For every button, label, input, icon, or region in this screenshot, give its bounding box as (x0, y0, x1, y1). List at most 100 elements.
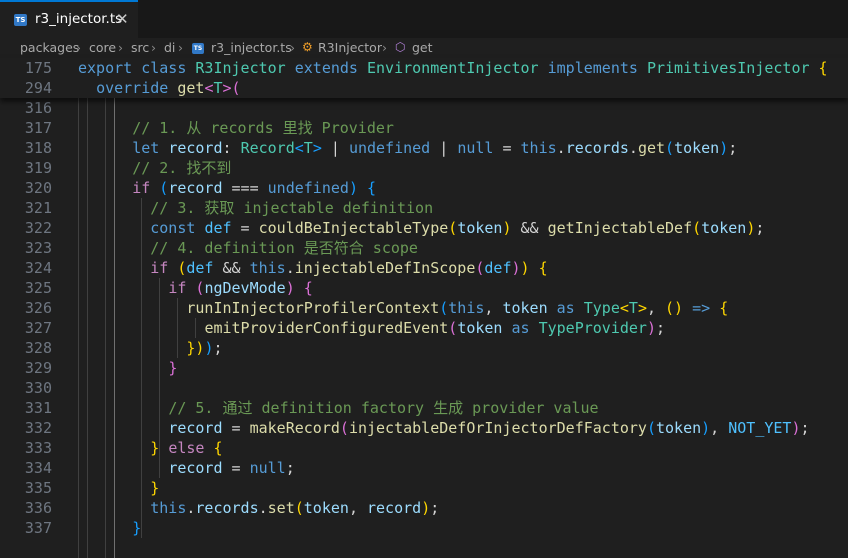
code-token: record (168, 179, 223, 197)
line-number: 322 (24, 219, 52, 237)
breadcrumb-item-di[interactable]: di (164, 40, 175, 55)
code-token: && (213, 259, 250, 277)
line-number: 323 (24, 239, 52, 257)
code-line[interactable]: 321 // 3. 获取 injectable definition (0, 198, 848, 218)
code-line[interactable]: 326 runInInjectorProfilerContext(this, t… (0, 298, 848, 318)
breadcrumb-item-method[interactable]: get (412, 40, 433, 55)
code-line[interactable]: 328 })); (0, 338, 848, 358)
code-line[interactable]: 329 } (0, 358, 848, 378)
code-text: // 3. 获取 injectable definition (78, 198, 433, 218)
code-token: ) (719, 139, 729, 157)
code-line[interactable]: 336 this.records.set(token, record); (0, 498, 848, 518)
code-line[interactable]: 317 // 1. 从 records 里找 Provider (0, 118, 848, 138)
code-line[interactable]: 334 record = null; (0, 458, 848, 478)
line-number: 328 (24, 339, 52, 357)
typescript-file-icon: TS (14, 14, 27, 26)
code-token: // 4. definition 是否符合 scope (150, 239, 418, 257)
code-line[interactable]: 175 export class R3Injector extends Envir… (0, 58, 848, 78)
line-number: 324 (24, 259, 52, 277)
code-token: < (619, 299, 629, 317)
tab-r3-injector[interactable]: TS r3_injector.ts ✕ (0, 0, 138, 38)
code-token: { (213, 439, 223, 457)
breadcrumb-item-class[interactable]: R3Injector (318, 40, 382, 55)
code-token: ( (294, 499, 304, 517)
code-token: records (195, 499, 259, 517)
code-token: ) (701, 419, 711, 437)
code-token: ( (439, 299, 449, 317)
code-line[interactable]: 330 (0, 378, 848, 398)
code-token: ) (520, 259, 530, 277)
code-line[interactable]: 322 const def = couldBeInjectableType(to… (0, 218, 848, 238)
code-token: = (222, 459, 250, 477)
code-line[interactable]: 318 let record: Record<T> | undefined | … (0, 138, 848, 158)
code-token: }) (186, 339, 205, 357)
code-token: T (628, 299, 638, 317)
code-line[interactable]: 337 } (0, 518, 848, 538)
code-line[interactable]: 294 override get<T>( (0, 78, 848, 98)
code-token: } (168, 359, 178, 377)
code-token: records (565, 139, 629, 157)
close-icon[interactable]: ✕ (116, 10, 129, 28)
code-token: . (258, 499, 268, 517)
code-token: set (267, 499, 295, 517)
chevron-right-icon: › (178, 40, 183, 55)
code-token: emitProviderConfiguredEvent (204, 319, 449, 337)
code-token: ; (728, 139, 738, 157)
code-token: token (502, 299, 548, 317)
code-line[interactable]: 324 if (def && this.injectableDefInScope… (0, 258, 848, 278)
code-editor[interactable]: 316 317 // 1. 从 records 里找 Provider 318 le… (0, 58, 848, 558)
code-token: injectableDefInScope (294, 259, 476, 277)
sticky-scroll-header[interactable]: 175 export class R3Injector extends Envir… (0, 58, 848, 98)
code-text: if (def && this.injectableDefInScope(def… (78, 258, 547, 278)
code-token: record (168, 459, 223, 477)
code-token: export (78, 59, 133, 77)
code-text: // 2. 找不到 (78, 158, 231, 178)
code-token: token (655, 419, 702, 437)
code-line[interactable]: 327 emitProviderConfiguredEvent(token as… (0, 318, 848, 338)
line-number: 336 (24, 499, 52, 517)
breadcrumb-item-packages[interactable]: packages (20, 40, 79, 55)
code-line[interactable]: 332 record = makeRecord(injectableDefOrI… (0, 418, 848, 438)
code-token: else (168, 439, 205, 457)
tab-label: r3_injector.ts (35, 11, 123, 27)
code-text: } (78, 478, 159, 498)
code-token: ; (656, 319, 666, 337)
chevron-right-icon: › (382, 40, 387, 55)
code-line[interactable]: 316 (0, 98, 848, 118)
chevron-right-icon: › (118, 40, 123, 55)
code-token: === (222, 179, 268, 197)
breadcrumb-item-core[interactable]: core (89, 40, 116, 55)
code-line[interactable]: 319 // 2. 找不到 (0, 158, 848, 178)
code-token: T (303, 139, 313, 157)
code-token: undefined (267, 179, 349, 197)
code-line[interactable]: 320 if (record === undefined) { (0, 178, 848, 198)
code-text: // 1. 从 records 里找 Provider (78, 118, 394, 138)
line-number: 326 (24, 299, 52, 317)
code-line[interactable]: 333 } else { (0, 438, 848, 458)
breadcrumb-item-file[interactable]: r3_injector.ts (211, 40, 292, 55)
code-token: ( (339, 419, 349, 437)
code-token: def (186, 259, 214, 277)
code-line[interactable]: 335 } (0, 478, 848, 498)
code-text: } (78, 358, 177, 378)
code-token: null (457, 139, 494, 157)
breadcrumb-item-src[interactable]: src (131, 40, 149, 55)
code-line[interactable]: 325 if (ngDevMode) { (0, 278, 848, 298)
code-token: implements (547, 59, 638, 77)
code-line[interactable]: 331 // 5. 通过 definition factory 生成 provi… (0, 398, 848, 418)
code-token: this (448, 299, 485, 317)
code-text: runInInjectorProfilerContext(this, token… (78, 298, 728, 318)
code-line[interactable]: 323 // 4. definition 是否符合 scope (0, 238, 848, 258)
